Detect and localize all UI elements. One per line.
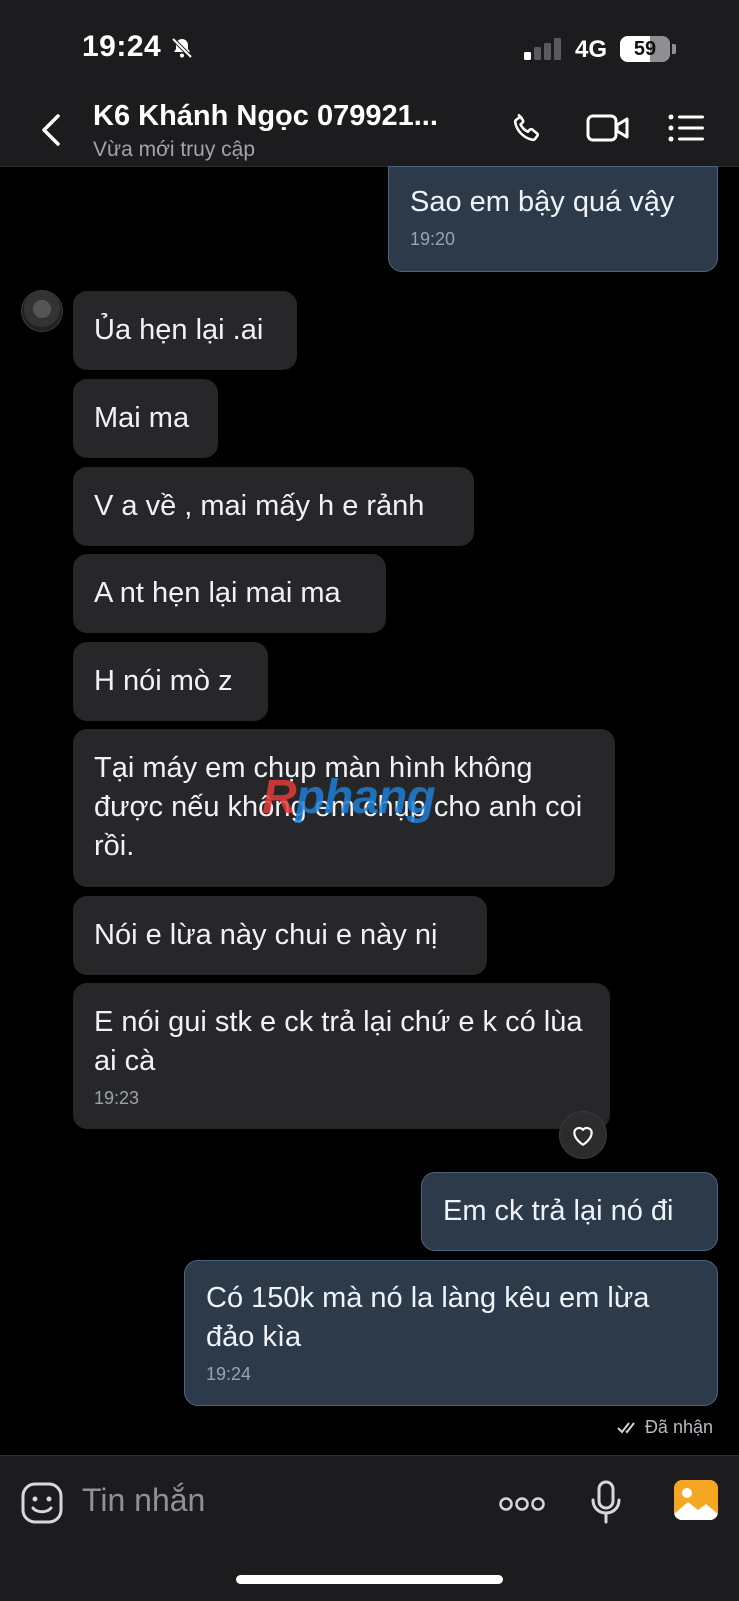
more-options-icon[interactable] [499,1496,545,1517]
heart-icon [573,1126,593,1146]
message-input[interactable]: Tin nhắn [82,1482,205,1519]
message-text: V a về , mai mấy h e rảnh [94,490,425,522]
message-text: H nói mò z [94,665,233,697]
status-time: 19:24 [82,30,162,63]
message-time: 19:24 [206,1364,252,1384]
photo-gallery-icon[interactable] [674,1480,718,1520]
message-bubble-incoming[interactable]: E nói gui stk e ck trả lại chứ e k có lù… [73,983,610,1129]
read-receipt: Đã nhận [617,1417,713,1438]
mute-bell-icon [170,36,194,65]
video-call-icon[interactable] [586,112,630,149]
home-indicator[interactable] [236,1575,503,1584]
double-check-icon [617,1421,635,1434]
read-receipt-text: Đã nhận [644,1417,713,1437]
message-bubble-incoming[interactable]: A nt hẹn lại mai ma [73,554,386,633]
message-text: Có 150k mà nó la làng kêu em lừa đảo kìa [206,1282,650,1353]
chat-header: K6 Khánh Ngọc 079921... Vừa mới truy cập [0,92,739,167]
message-text: Sao em bậy quá vậy [410,186,675,218]
watermark-part1: R [262,771,297,824]
network-type: 4G [575,36,608,63]
contact-avatar[interactable] [21,290,63,332]
reaction-heart-button[interactable] [559,1111,607,1159]
battery-level: 59 [633,38,657,60]
message-bubble-incoming[interactable]: H nói mò z [73,642,268,721]
message-bubble-incoming[interactable]: Nói e lừa này chui e này nị [73,896,487,975]
status-bar: 19:24 4G 59 [0,0,739,92]
message-text: Ủa hẹn lại .ai [94,314,264,346]
contact-name[interactable]: K6 Khánh Ngọc 079921... [93,100,438,133]
message-time: 19:20 [410,229,456,249]
message-text: A nt hẹn lại mai ma [94,577,341,609]
back-arrow-icon[interactable] [34,110,70,150]
message-bubble-outgoing[interactable]: Sao em bậy quá vậy 19:20 [388,166,718,272]
message-bubble-incoming[interactable]: Mai ma [73,379,218,458]
phone-call-icon[interactable] [509,110,545,151]
sticker-emoji-icon[interactable] [21,1482,63,1529]
message-text: Mai ma [94,402,190,434]
message-time: 19:23 [94,1088,140,1108]
battery-icon: 59 [620,36,670,62]
message-bubble-incoming[interactable]: V a về , mai mấy h e rảnh [73,467,474,546]
message-bubble-outgoing[interactable]: Có 150k mà nó la làng kêu em lừa đảo kìa… [184,1260,718,1406]
menu-list-icon[interactable] [668,112,706,149]
contact-status: Vừa mới truy cập [93,138,256,161]
message-text: E nói gui stk e ck trả lại chứ e k có lù… [94,1006,583,1077]
microphone-icon[interactable] [590,1480,622,1529]
signal-icon [524,38,570,67]
message-bubble-outgoing[interactable]: Em ck trả lại nó đi [421,1172,718,1251]
message-bubble-incoming[interactable]: Ủa hẹn lại .ai [73,291,297,370]
message-text: Nói e lừa này chui e này nị [94,919,438,951]
watermark-part2: phang [295,771,436,824]
message-text: Em ck trả lại nó đi [443,1195,674,1227]
watermark-logo: Rphang [262,770,436,825]
battery-tip [672,44,676,54]
